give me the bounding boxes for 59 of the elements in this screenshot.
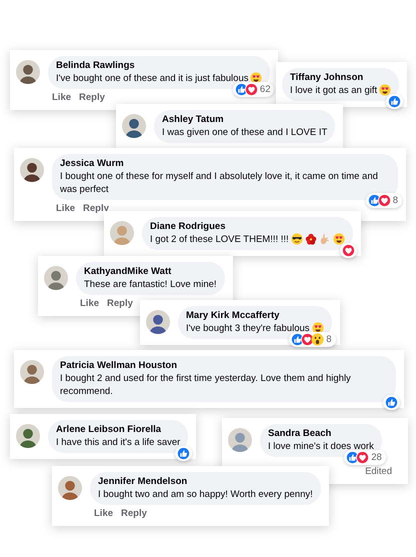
commenter-name[interactable]: Mary Kirk Mccafferty — [186, 310, 280, 322]
comment-text: I love it got as an gift — [290, 85, 378, 96]
reaction-count: 28 — [370, 452, 383, 464]
avatar-icon — [20, 158, 44, 182]
surprised-face-icon — [311, 333, 324, 346]
reaction-badge[interactable] — [340, 243, 357, 258]
reaction-count: 8 — [392, 194, 399, 206]
comment-text: I got 2 of these LOVE THEM!!! !!! — [150, 234, 289, 245]
avatar-icon — [16, 60, 40, 84]
avatar-icon — [228, 428, 252, 452]
commenter-name[interactable]: Ashley Tatum — [162, 114, 224, 126]
comment-text: I was given one of these and I LOVE IT — [162, 127, 328, 138]
comment-text: I've bought one of these and it is just fabulous — [56, 73, 248, 84]
comment-action-link[interactable]: Reply — [79, 92, 105, 104]
commenter-name[interactable]: Diane Rodrigues — [150, 221, 226, 233]
comment-text: I love mine's it does work — [268, 441, 374, 452]
reaction-count: 62 — [258, 84, 272, 96]
comment-text: I bought two and am so happy! Worth every penny! — [98, 489, 313, 500]
avatar-icon — [110, 221, 134, 245]
commenter-name[interactable]: KathyandMike Watt — [84, 266, 172, 278]
reaction-badge[interactable]: 28 — [344, 450, 386, 465]
commenter-name[interactable]: Arlene Leibson Fiorella — [56, 424, 162, 436]
avatar-icon — [16, 424, 40, 448]
commenter-name[interactable]: Jessica Wurm — [60, 158, 124, 170]
comment-action-link[interactable]: Like — [56, 203, 76, 215]
sunglasses-emoji-icon — [290, 233, 303, 245]
reaction-badge[interactable] — [383, 395, 400, 410]
hand-emoji-icon — [318, 233, 331, 245]
commenter-name[interactable]: Patricia Wellman Houston — [60, 360, 178, 372]
comment-action-link[interactable]: Like — [80, 298, 100, 310]
avatar-icon — [146, 310, 170, 334]
heart-eyes-emoji-icon — [379, 84, 392, 96]
comment-action-link[interactable]: Like — [94, 508, 114, 520]
reaction-badge[interactable]: 8 — [366, 193, 402, 208]
edited-label: Edited — [365, 466, 392, 478]
commenter-name[interactable]: Tiffany Johnson — [290, 72, 364, 84]
avatar-icon — [44, 266, 68, 290]
avatar-icon — [122, 114, 146, 138]
reaction-badge[interactable]: 8 — [289, 332, 336, 347]
comment-text: These are fantastic! Love mine! — [84, 279, 217, 290]
avatar-icon — [58, 476, 82, 500]
comment-text: I've bought 3 they're fabulous — [186, 323, 310, 334]
comment-action-link[interactable]: Like — [52, 92, 72, 104]
reaction-badge[interactable] — [386, 94, 404, 109]
flower-emoji-icon — [304, 233, 317, 245]
comment-action-link[interactable]: Reply — [121, 508, 147, 520]
comment-action-link[interactable]: Reply — [107, 298, 133, 310]
comment-action-link[interactable]: Reply — [83, 203, 109, 215]
comment-text: I bought one of these for myself and I absolutely love it, it came on time and was perfect — [60, 171, 378, 195]
commenter-name[interactable]: Belinda Rawlings — [56, 60, 135, 72]
commenter-name[interactable]: Jennifer Mendelson — [98, 476, 188, 488]
commenter-name[interactable]: Sandra Beach — [268, 428, 332, 440]
reaction-badge[interactable] — [175, 446, 192, 461]
comment-text: I have this and it's a life saver — [56, 437, 180, 448]
comment-text: I bought 2 and used for the first time yesterday. Love them and highly recommend. — [60, 373, 351, 397]
heart-eyes-emoji-icon — [332, 233, 345, 245]
reaction-badge[interactable]: 62 — [232, 82, 274, 97]
avatar-icon — [20, 360, 44, 384]
reaction-count: 8 — [325, 334, 333, 346]
